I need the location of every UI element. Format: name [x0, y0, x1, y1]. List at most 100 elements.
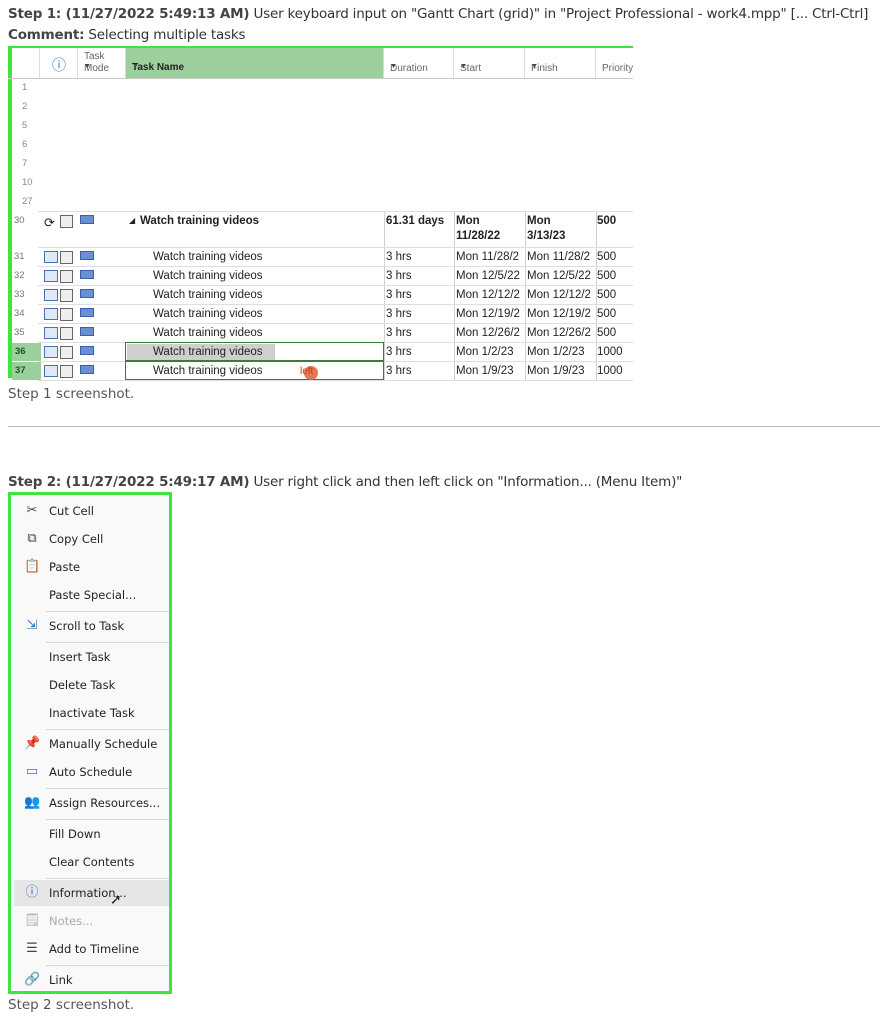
start-cell-line1[interactable]: Mon — [456, 215, 480, 227]
row-number[interactable]: 10 — [22, 177, 50, 188]
row-number[interactable]: 5 — [22, 120, 50, 131]
menu-item-notes[interactable]: 🗒 Notes... — [14, 908, 169, 934]
task-name-cell[interactable]: Watch training videos — [153, 270, 263, 282]
chevron-down-icon[interactable]: ▼ — [531, 63, 590, 70]
priority-header-label: Priority — [602, 63, 633, 74]
menu-item-insert-task[interactable]: Insert Task — [14, 644, 169, 670]
finish-cell-line2[interactable]: 3/13/23 — [527, 230, 565, 242]
finish-cell[interactable]: Mon 12/5/22 — [527, 270, 591, 282]
task-row[interactable]: 34 Watch training videos 3 hrs Mon 12/19… — [8, 305, 633, 323]
task-row[interactable]: 33 Watch training videos 3 hrs Mon 12/12… — [8, 286, 633, 304]
duration-cell[interactable]: 3 hrs — [386, 270, 412, 282]
step1-comment: Comment: Selecting multiple tasks — [8, 27, 246, 43]
menu-item-manually-schedule[interactable]: 📌 Manually Schedule — [14, 731, 169, 757]
start-cell[interactable]: Mon 12/26/2 — [456, 327, 520, 339]
task-row[interactable]: 35 Watch training videos 3 hrs Mon 12/26… — [8, 324, 633, 342]
chevron-down-icon[interactable]: ▼ — [390, 63, 448, 70]
chevron-down-icon[interactable]: ▼ — [84, 63, 120, 70]
summary-task-row[interactable]: 30 ⟳ ◢ Watch training videos 61.31 days … — [8, 212, 633, 247]
menu-item-assign-resources[interactable]: 👥 Assign Resources... — [14, 790, 169, 816]
start-cell[interactable]: Mon 12/19/2 — [456, 308, 520, 320]
finish-cell[interactable]: Mon 12/26/2 — [527, 327, 591, 339]
priority-cell[interactable]: 1000 — [597, 365, 623, 377]
menu-item-label: Delete Task — [49, 678, 116, 692]
finish-cell[interactable]: Mon 12/12/2 — [527, 289, 591, 301]
duration-cell[interactable]: 3 hrs — [386, 251, 412, 263]
menu-separator — [46, 878, 169, 879]
finish-cell[interactable]: Mon 11/28/2 — [527, 251, 590, 263]
menu-item-copy-cell[interactable]: ⧉ Copy Cell — [14, 526, 169, 552]
duration-cell[interactable]: 61.31 days — [386, 215, 444, 227]
finish-cell[interactable]: Mon 12/19/2 — [527, 308, 591, 320]
finish-cell-line1[interactable]: Mon — [527, 215, 551, 227]
menu-item-link[interactable]: 🔗 Link — [14, 967, 169, 993]
task-row[interactable]: 32 Watch training videos 3 hrs Mon 12/5/… — [8, 267, 633, 285]
menu-item-auto-schedule[interactable]: ▭ Auto Schedule — [14, 759, 169, 785]
task-name-column-header[interactable]: Task Name ▼ — [126, 48, 384, 78]
task-name-cell[interactable]: Watch training videos — [153, 327, 263, 339]
duration-cell[interactable]: 3 hrs — [386, 327, 412, 339]
menu-item-label: Clear Contents — [49, 855, 135, 869]
start-cell[interactable]: Mon 12/5/22 — [456, 270, 520, 282]
duration-cell[interactable]: 3 hrs — [386, 365, 412, 377]
task-mode-column-header[interactable]: Task Mode ▼ — [78, 48, 126, 78]
task-row[interactable]: 31 Watch training videos 3 hrs Mon 11/28… — [8, 248, 633, 266]
finish-cell[interactable]: Mon 1/2/23 — [527, 346, 585, 358]
start-cell[interactable]: Mon 12/12/2 — [456, 289, 520, 301]
task-name-cell[interactable]: Watch training videos — [153, 308, 263, 320]
info-column-header[interactable]: ⓘ — [40, 48, 78, 78]
priority-cell[interactable]: 1000 — [597, 346, 623, 358]
chevron-down-icon[interactable]: ▼ — [460, 63, 519, 70]
menu-item-cut-cell[interactable]: ✂ Cut Cell — [14, 498, 169, 524]
menu-item-add-to-timeline[interactable]: ☰ Add to Timeline — [14, 936, 169, 962]
menu-item-clear-contents[interactable]: Clear Contents — [14, 849, 169, 875]
step-divider — [8, 426, 880, 427]
start-cell[interactable]: Mon 1/2/23 — [456, 346, 514, 358]
duration-cell[interactable]: 3 hrs — [386, 308, 412, 320]
start-column-header[interactable]: Start ▼ — [454, 48, 525, 78]
row-number[interactable]: 1 — [22, 82, 50, 93]
duration-column-header[interactable]: Duration ▼ — [384, 48, 454, 78]
priority-cell[interactable]: 500 — [597, 251, 616, 263]
menu-item-delete-task[interactable]: Delete Task — [14, 672, 169, 698]
task-name-cell[interactable]: Watch training videos — [153, 251, 263, 263]
priority-cell[interactable]: 500 — [597, 215, 616, 227]
menu-item-scroll-to-task[interactable]: ⇲ Scroll to Task — [14, 613, 169, 639]
start-cell-line2[interactable]: 11/28/22 — [456, 230, 500, 242]
chevron-down-icon[interactable]: ▼ — [132, 63, 378, 70]
menu-separator — [46, 788, 169, 789]
step2-header: Step 2: (11/27/2022 5:49:17 AM) User rig… — [8, 474, 682, 490]
start-cell[interactable]: Mon 11/28/2 — [456, 251, 519, 263]
step2-caption: Step 2 screenshot. — [8, 997, 135, 1013]
priority-cell[interactable]: 500 — [597, 308, 616, 320]
auto-scheduled-mode-icon — [80, 251, 94, 263]
menu-item-information[interactable]: ⓘ Information... — [14, 880, 169, 906]
copy-icon: ⧉ — [27, 531, 37, 546]
menu-item-fill-down[interactable]: Fill Down — [14, 821, 169, 847]
priority-cell[interactable]: 500 — [597, 327, 616, 339]
notes-indicator-icon — [60, 289, 73, 305]
priority-column-header[interactable]: Priority — [596, 48, 633, 78]
start-cell[interactable]: Mon 1/9/23 — [456, 365, 514, 377]
row-number[interactable]: 7 — [22, 158, 50, 169]
row-number[interactable]: 2 — [22, 101, 50, 112]
menu-item-inactivate-task[interactable]: Inactivate Task — [14, 700, 169, 726]
menu-item-paste[interactable]: 📋 Paste — [14, 554, 169, 580]
finish-column-header[interactable]: Finish ▼ — [525, 48, 596, 78]
collapse-triangle-icon[interactable]: ◢ — [129, 216, 135, 225]
calendar-icon — [44, 308, 58, 323]
row-number: 32 — [14, 270, 25, 281]
row-number[interactable]: 6 — [22, 139, 50, 150]
duration-cell[interactable]: 3 hrs — [386, 289, 412, 301]
row-number: 35 — [14, 327, 25, 338]
link-icon: 🔗 — [24, 972, 41, 987]
row-number[interactable]: 27 — [22, 196, 50, 207]
task-name-cell[interactable]: Watch training videos — [153, 289, 263, 301]
priority-cell[interactable]: 500 — [597, 270, 616, 282]
priority-cell[interactable]: 500 — [597, 289, 616, 301]
task-name-cell[interactable]: Watch training videos — [140, 215, 259, 227]
menu-item-paste-special[interactable]: Paste Special... — [14, 582, 169, 608]
calendar-icon — [44, 346, 58, 361]
finish-cell[interactable]: Mon 1/9/23 — [527, 365, 585, 377]
duration-cell[interactable]: 3 hrs — [386, 346, 412, 358]
